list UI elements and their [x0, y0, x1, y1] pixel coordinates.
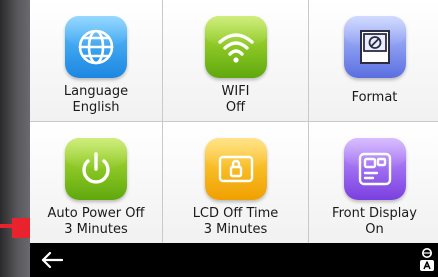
tile-auto-power-off-value: 3 Minutes	[64, 222, 128, 237]
tile-wifi[interactable]: WIFI Off	[163, 0, 308, 121]
back-arrow-icon	[41, 251, 63, 269]
tile-language-title: Language	[63, 84, 129, 99]
tile-wifi-title: WIFI	[221, 84, 250, 99]
tile-auto-power-off[interactable]: Auto Power Off 3 Minutes	[30, 122, 162, 244]
power-icon	[65, 138, 127, 200]
screen-lock-icon	[204, 138, 267, 200]
tile-lcd-off-time-title: LCD Off Time	[192, 206, 279, 221]
tile-front-display[interactable]: Front Display On	[309, 122, 438, 244]
selection-marker-line	[0, 224, 12, 228]
tile-front-display-title: Front Display	[332, 206, 417, 221]
selection-marker	[12, 218, 32, 238]
bottom-bar	[30, 243, 438, 277]
settings-grid: Language English WIFI Off Format Auto Po…	[30, 0, 438, 244]
tile-lcd-off-time-value: 3 Minutes	[203, 222, 268, 237]
language-toggle-icon[interactable]	[418, 247, 436, 273]
tile-front-display-value: On	[365, 222, 384, 237]
tile-format-title: Format	[351, 90, 398, 105]
globe-icon	[65, 16, 127, 78]
back-button[interactable]	[32, 245, 72, 275]
tile-lcd-off-time[interactable]: LCD Off Time 3 Minutes	[163, 122, 308, 244]
wifi-icon	[204, 16, 267, 78]
sd-card-icon	[343, 16, 406, 78]
tile-language[interactable]: Language English	[30, 0, 162, 121]
tile-format[interactable]: Format	[309, 0, 438, 121]
tile-auto-power-off-title: Auto Power Off	[47, 206, 145, 221]
front-display-icon	[343, 138, 406, 200]
tile-language-value: English	[72, 100, 120, 115]
tile-wifi-value: Off	[225, 100, 246, 115]
